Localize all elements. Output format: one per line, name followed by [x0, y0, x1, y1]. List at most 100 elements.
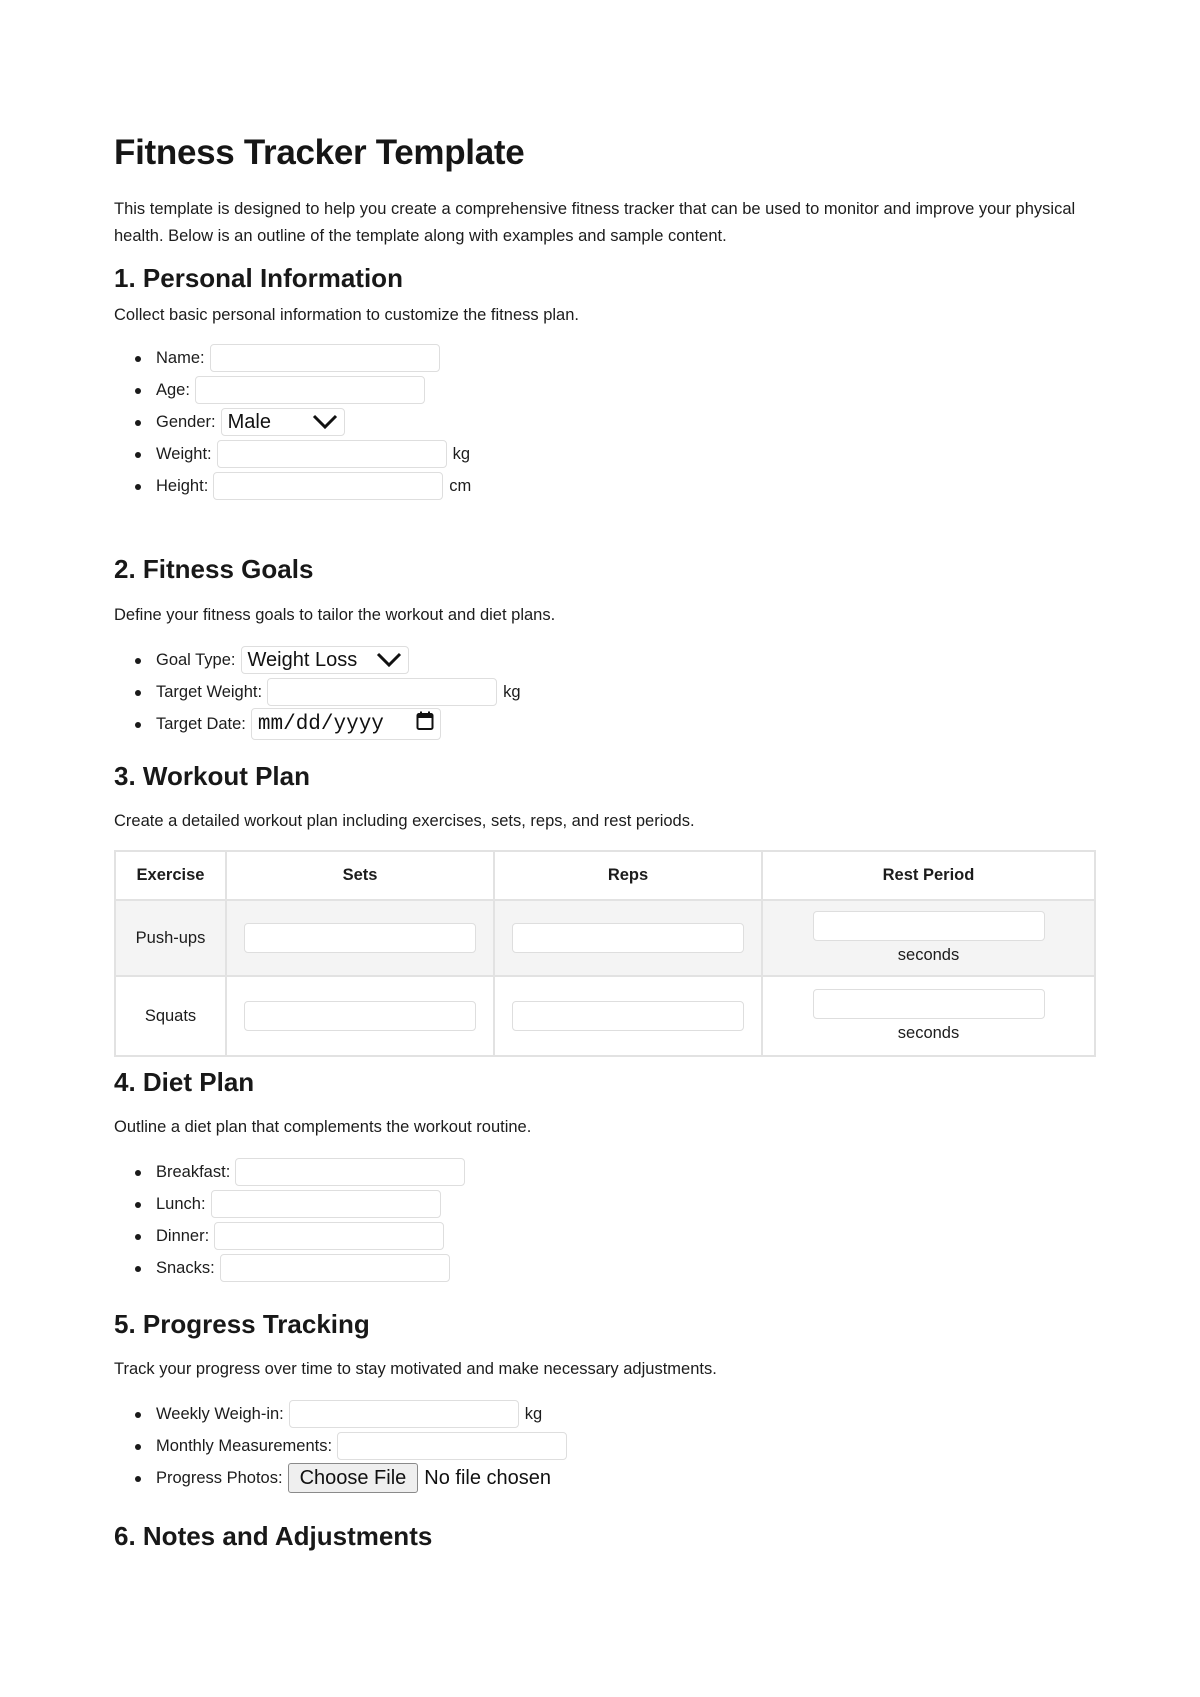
personal-info-list: Name: Age: Gender: Male Weight: kg Heigh…: [114, 342, 471, 502]
table-header-row: Exercise Sets Reps Rest Period: [114, 850, 1096, 901]
reps-cell: [493, 899, 763, 977]
list-item: Weekly Weigh-in: kg: [114, 1398, 567, 1430]
column-header-exercise: Exercise: [114, 850, 227, 901]
gender-label: Gender:: [156, 412, 216, 431]
choose-file-button[interactable]: Choose File: [287, 1463, 419, 1493]
list-item: Name:: [114, 342, 471, 374]
bullet-icon: [135, 420, 141, 426]
dinner-label: Dinner:: [156, 1226, 210, 1245]
sets-input[interactable]: [244, 1001, 476, 1031]
name-label: Name:: [156, 348, 205, 367]
target-weight-unit: kg: [503, 682, 521, 701]
list-item: Goal Type: Weight Loss: [114, 644, 521, 676]
list-item: Lunch:: [114, 1188, 465, 1220]
bullet-icon: [135, 484, 141, 490]
diet-plan-list: Breakfast: Lunch: Dinner: Snacks:: [114, 1156, 466, 1284]
bullet-icon: [135, 658, 141, 664]
list-item: Monthly Measurements:: [114, 1430, 568, 1462]
bullet-icon: [135, 388, 141, 394]
section-heading-workout: 3. Workout Plan: [114, 761, 310, 791]
file-status: No file chosen: [424, 1466, 552, 1489]
column-header-sets: Sets: [225, 850, 495, 901]
list-item: Snacks:: [114, 1252, 465, 1284]
chevron-down-icon: [312, 414, 338, 430]
breakfast-label: Breakfast:: [156, 1162, 231, 1181]
weigh-in-unit: kg: [524, 1404, 543, 1423]
fitness-goals-list: Goal Type: Weight Loss Target Weight: kg…: [114, 644, 521, 740]
target-weight-label: Target Weight:: [156, 682, 263, 701]
goal-type-select[interactable]: Weight Loss: [240, 646, 409, 674]
sets-input[interactable]: [244, 923, 476, 953]
list-item: Weight: kg: [114, 438, 471, 470]
intro-paragraph: This template is designed to help you cr…: [114, 200, 1076, 245]
table-row: Squats seconds: [114, 975, 1096, 1057]
workout-table: Exercise Sets Reps Rest Period Push-ups …: [114, 850, 1096, 1057]
date-placeholder: mm/dd/yyyy: [257, 712, 384, 736]
reps-input[interactable]: [512, 923, 744, 953]
rest-input[interactable]: [812, 911, 1045, 941]
section-heading-notes: 6. Notes and Adjustments: [114, 1521, 433, 1551]
exercise-cell: Squats: [114, 975, 227, 1057]
target-date-input[interactable]: mm/dd/yyyy: [250, 708, 441, 740]
bullet-icon: [135, 1412, 141, 1418]
gender-selected-value: Male: [227, 410, 271, 433]
lunch-label: Lunch:: [156, 1194, 206, 1213]
section-description-goals: Define your fitness goals to tailor the …: [114, 606, 556, 624]
list-item: Progress Photos: Choose File No file cho…: [114, 1462, 567, 1494]
progress-tracking-list: Weekly Weigh-in: kg Monthly Measurements…: [114, 1398, 568, 1494]
bullet-icon: [135, 1234, 141, 1240]
weight-input[interactable]: [216, 440, 447, 468]
weigh-in-label: Weekly Weigh-in:: [156, 1404, 284, 1423]
bullet-icon: [135, 356, 141, 362]
reps-input[interactable]: [512, 1001, 744, 1031]
sets-cell: [225, 899, 495, 977]
exercise-cell: Push-ups: [114, 899, 227, 977]
table-row: Push-ups seconds: [114, 899, 1096, 977]
list-item: Age:: [114, 374, 471, 406]
weigh-in-input[interactable]: [288, 1400, 519, 1428]
list-item: Target Date: mm/dd/yyyy: [114, 708, 521, 740]
age-input[interactable]: [194, 376, 425, 404]
target-date-label: Target Date:: [156, 714, 246, 733]
section-heading-diet: 4. Diet Plan: [114, 1067, 255, 1097]
height-input[interactable]: [213, 472, 444, 500]
section-heading-progress: 5. Progress Tracking: [114, 1309, 370, 1339]
bullet-icon: [135, 1266, 141, 1272]
chevron-down-icon: [376, 652, 402, 668]
bullet-icon: [135, 1202, 141, 1208]
column-header-rest-period: Rest Period: [761, 850, 1096, 901]
weight-unit: kg: [452, 444, 471, 463]
bullet-icon: [135, 722, 141, 728]
dinner-input[interactable]: [214, 1222, 445, 1250]
weight-label: Weight:: [156, 444, 212, 463]
breakfast-input[interactable]: [235, 1158, 466, 1186]
list-item: Target Weight: kg: [114, 676, 521, 708]
measurements-label: Monthly Measurements:: [156, 1436, 333, 1455]
section-description-personal: Collect basic personal information to cu…: [114, 306, 579, 324]
snacks-label: Snacks:: [156, 1258, 215, 1277]
list-item: Breakfast:: [114, 1156, 466, 1188]
gender-select[interactable]: Male: [220, 408, 345, 436]
section-heading-goals: 2. Fitness Goals: [114, 554, 314, 584]
name-input[interactable]: [209, 344, 440, 372]
target-weight-input[interactable]: [267, 678, 498, 706]
section-description-progress: Track your progress over time to stay mo…: [114, 1360, 717, 1378]
calendar-icon[interactable]: [416, 711, 434, 738]
sets-cell: [225, 975, 495, 1057]
rest-unit: seconds: [897, 946, 960, 964]
height-label: Height:: [156, 476, 209, 495]
rest-unit: seconds: [897, 1024, 960, 1042]
goal-type-selected-value: Weight Loss: [247, 648, 358, 671]
page-title: Fitness Tracker Template: [114, 133, 525, 172]
bullet-icon: [135, 452, 141, 458]
bullet-icon: [135, 1444, 141, 1450]
section-heading-personal: 1. Personal Information: [114, 263, 403, 293]
snacks-input[interactable]: [219, 1254, 450, 1282]
rest-cell: seconds: [761, 899, 1096, 977]
photos-label: Progress Photos:: [156, 1468, 283, 1487]
lunch-input[interactable]: [210, 1190, 441, 1218]
measurements-input[interactable]: [337, 1432, 568, 1460]
list-item: Gender: Male: [114, 406, 471, 438]
rest-input[interactable]: [812, 989, 1045, 1019]
section-description-workout: Create a detailed workout plan including…: [114, 812, 695, 830]
